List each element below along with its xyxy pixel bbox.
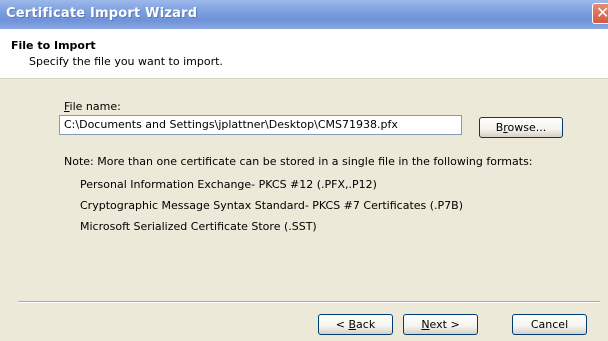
back-button[interactable]: < Back: [318, 314, 393, 335]
back-label-pre: <: [335, 318, 349, 331]
certificate-import-wizard-window: Certificate Import Wizard ✕ File to Impo…: [0, 0, 608, 341]
footer-divider: [18, 301, 600, 303]
file-name-label-text: ile name:: [69, 100, 121, 113]
format-item-pfx: Personal Information Exchange- PKCS #12 …: [80, 178, 377, 191]
browse-label-post: owse...: [507, 121, 547, 134]
close-button[interactable]: ✕: [592, 3, 608, 24]
title-bar[interactable]: Certificate Import Wizard ✕: [0, 0, 608, 29]
window-title: Certificate Import Wizard: [6, 6, 198, 21]
wizard-content: File name: C:\Documents and Settings\jpl…: [0, 79, 608, 311]
close-icon: ✕: [596, 3, 608, 22]
back-label-post: ack: [356, 318, 376, 331]
cancel-button[interactable]: Cancel: [512, 314, 587, 335]
format-item-p7b: Cryptographic Message Syntax Standard- P…: [80, 199, 464, 212]
wizard-header: File to Import Specify the file you want…: [0, 29, 608, 79]
formats-note: Note: More than one certificate can be s…: [64, 155, 533, 168]
next-label-mnemonic: N: [421, 318, 430, 331]
file-name-label: File name:: [64, 100, 121, 113]
back-label-mnemonic: B: [348, 318, 357, 331]
page-title: File to Import: [11, 39, 96, 52]
next-button[interactable]: Next >: [403, 314, 478, 335]
browse-button[interactable]: Browse...: [479, 117, 563, 138]
page-subtitle: Specify the file you want to import.: [29, 55, 223, 68]
next-label-post: ext >: [429, 318, 460, 331]
format-item-sst: Microsoft Serialized Certificate Store (…: [80, 220, 317, 233]
file-name-input[interactable]: C:\Documents and Settings\jplattner\Desk…: [59, 115, 462, 135]
